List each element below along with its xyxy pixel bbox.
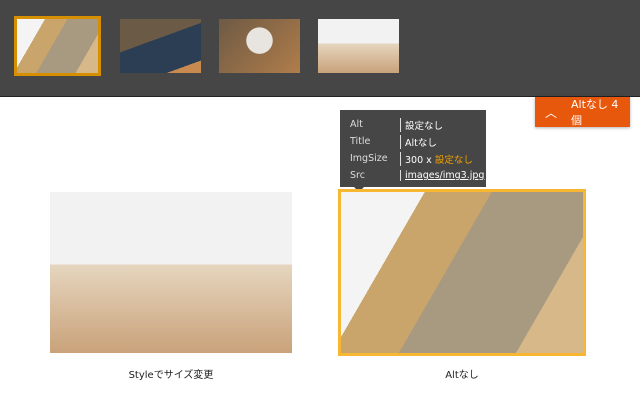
chevron-up-icon: ︿ bbox=[545, 105, 558, 120]
title-key: Title bbox=[350, 136, 371, 147]
size-key: ImgSize bbox=[350, 153, 388, 164]
alt-key: Alt bbox=[350, 119, 363, 130]
thumbnail-img3[interactable] bbox=[14, 16, 101, 76]
caption-no-alt: Altなし bbox=[445, 370, 479, 381]
alt-value: 設定なし bbox=[400, 117, 443, 132]
src-key: Src bbox=[350, 170, 365, 181]
size-height: 設定なし bbox=[434, 154, 473, 166]
alt-missing-count-button[interactable]: ︿ Altなし 4 個 bbox=[535, 97, 630, 127]
thumbnail-img1[interactable] bbox=[219, 19, 300, 73]
thumbnail-img4[interactable] bbox=[318, 19, 399, 73]
alt-missing-label: Altなし 4 個 bbox=[571, 98, 619, 127]
title-value: Altなし bbox=[400, 134, 437, 149]
image-style-resized bbox=[50, 192, 292, 353]
image-info-tooltip: Alt 設定なし Title Altなし ImgSize 300 x 設定なし Src… bbox=[340, 110, 486, 192]
caption-style-resize: Styleでサイズ変更 bbox=[128, 370, 214, 381]
image-no-alt-highlighted[interactable] bbox=[338, 189, 586, 356]
src-link[interactable]: images/img3.jpg bbox=[400, 170, 484, 181]
thumbnail-bar bbox=[0, 0, 640, 97]
size-width: 300 x bbox=[405, 154, 432, 166]
thumbnail-img2[interactable] bbox=[120, 19, 201, 73]
